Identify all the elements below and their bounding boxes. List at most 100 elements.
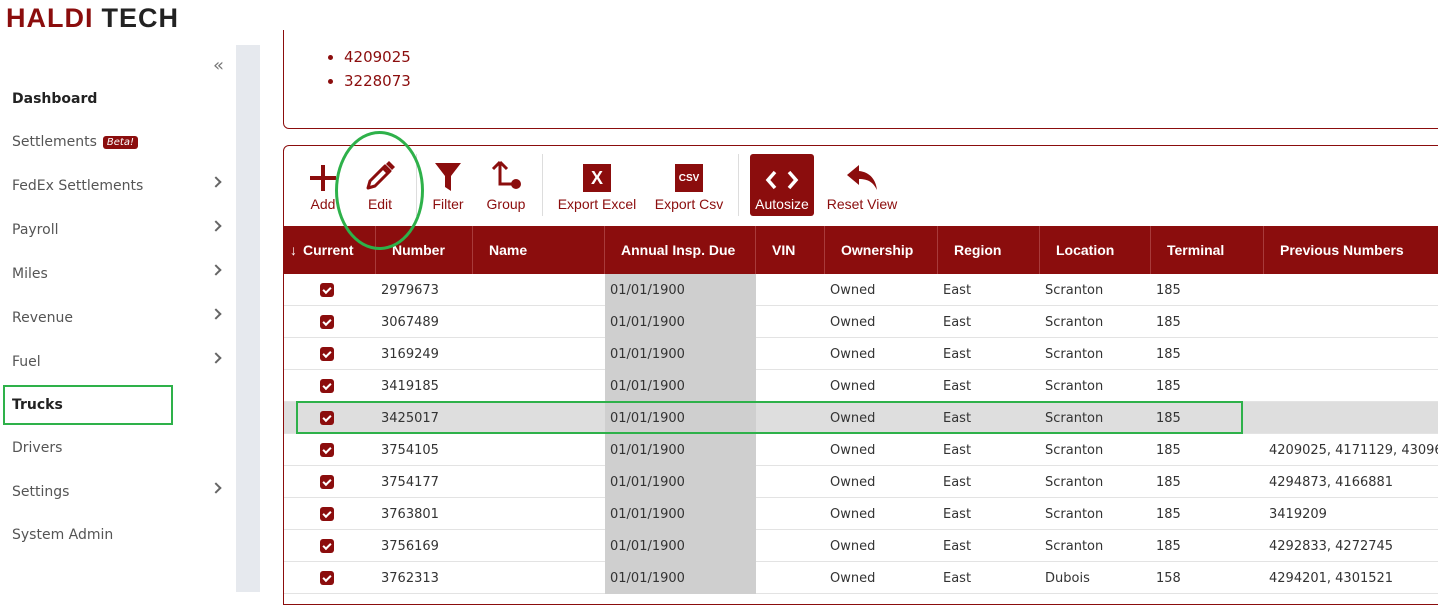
- checkbox-checked-icon[interactable]: [320, 379, 334, 393]
- annual-insp-due-cell: 01/01/1900: [605, 338, 756, 370]
- sidebar-item-revenue[interactable]: Revenue: [12, 303, 222, 333]
- sidebar-item-system-admin[interactable]: System Admin: [12, 520, 222, 550]
- table-row[interactable]: 3425017 01/01/1900 Owned East Scranton 185: [284, 402, 1438, 434]
- column-header-previous-numbers[interactable]: Previous Numbers: [1264, 226, 1438, 274]
- vin-cell: [756, 402, 825, 434]
- number-cell: 3763801: [381, 506, 439, 522]
- sidebar-item-label: Payroll: [12, 222, 59, 238]
- ownership-cell: Owned: [830, 282, 876, 298]
- table-row[interactable]: 3067489 01/01/1900 Owned East Scranton 185: [284, 306, 1438, 338]
- previous-numbers-cell: [1264, 402, 1438, 434]
- sidebar-item-label: Drivers: [12, 440, 63, 456]
- column-header-annual-insp-due[interactable]: Annual Insp. Due: [605, 226, 756, 274]
- filter-label: Filter: [432, 196, 464, 212]
- column-header-current[interactable]: ↓ Current: [284, 226, 376, 274]
- current-checkbox-cell: [284, 370, 376, 402]
- current-checkbox-cell: [284, 466, 376, 498]
- export-csv-button[interactable]: CSV Export Csv: [652, 154, 726, 216]
- location-cell: Scranton: [1045, 378, 1104, 394]
- sidebar-item-fuel[interactable]: Fuel: [12, 347, 222, 377]
- column-header-number[interactable]: Number: [376, 226, 473, 274]
- current-checkbox-cell: [284, 338, 376, 370]
- checkbox-checked-icon[interactable]: [320, 411, 334, 425]
- previous-numbers-cell: [1264, 338, 1438, 370]
- table-row[interactable]: 2979673 01/01/1900 Owned East Scranton 185: [284, 274, 1438, 306]
- filter-button[interactable]: Filter: [428, 154, 468, 216]
- sidebar-item-miles[interactable]: Miles: [12, 259, 222, 289]
- list-item: 4209025: [344, 45, 411, 69]
- plus-icon: [302, 154, 344, 192]
- location-cell: Scranton: [1045, 410, 1104, 426]
- checkbox-checked-icon[interactable]: [320, 443, 334, 457]
- sidebar-item-fedex-settlements[interactable]: FedEx Settlements: [12, 171, 222, 201]
- column-header-region[interactable]: Region: [938, 226, 1040, 274]
- previous-numbers-cell: [1264, 370, 1438, 402]
- table-row[interactable]: 3419185 01/01/1900 Owned East Scranton 185: [284, 370, 1438, 402]
- name-cell: [473, 370, 605, 402]
- region-cell: East: [943, 378, 972, 394]
- column-header-terminal[interactable]: Terminal: [1151, 226, 1264, 274]
- vin-cell: [756, 562, 825, 594]
- current-checkbox-cell: [284, 530, 376, 562]
- checkbox-checked-icon[interactable]: [320, 315, 334, 329]
- column-header-vin[interactable]: VIN: [756, 226, 825, 274]
- grid-header: ↓ Current Number Name Annual Insp. Due V…: [284, 226, 1438, 274]
- checkbox-checked-icon[interactable]: [320, 539, 334, 553]
- previous-numbers-panel: 4209025 3228073: [283, 30, 1438, 129]
- checkbox-checked-icon[interactable]: [320, 475, 334, 489]
- pencil-icon: [356, 154, 404, 192]
- column-header-label: Current: [303, 242, 354, 258]
- ownership-cell: Owned: [830, 378, 876, 394]
- table-row[interactable]: 3754177 01/01/1900 Owned East Scranton 185 429…: [284, 466, 1438, 498]
- export-excel-button[interactable]: X Export Excel: [554, 154, 640, 216]
- toolbar-separator: [738, 154, 739, 216]
- terminal-cell: 158: [1156, 570, 1181, 586]
- table-row[interactable]: 3756169 01/01/1900 Owned East Scranton 185 429…: [284, 530, 1438, 562]
- add-button[interactable]: Add: [302, 154, 344, 216]
- reset-view-label: Reset View: [826, 196, 898, 212]
- edit-button[interactable]: Edit: [356, 154, 404, 216]
- table-row[interactable]: 3754105 01/01/1900 Owned East Scranton 185 420…: [284, 434, 1438, 466]
- vin-cell: [756, 434, 825, 466]
- checkbox-checked-icon[interactable]: [320, 507, 334, 521]
- annual-insp-due-cell: 01/01/1900: [605, 434, 756, 466]
- column-header-label: Number: [392, 242, 445, 258]
- group-button[interactable]: Group: [484, 154, 528, 216]
- column-header-ownership[interactable]: Ownership: [825, 226, 938, 274]
- annual-insp-due-cell: 01/01/1900: [605, 370, 756, 402]
- autosize-button[interactable]: Autosize: [750, 154, 814, 216]
- reset-view-button[interactable]: Reset View: [826, 154, 898, 216]
- export-csv-label: Export Csv: [654, 196, 724, 212]
- previous-numbers-list: 4209025 3228073: [284, 45, 411, 93]
- checkbox-checked-icon[interactable]: [320, 347, 334, 361]
- sidebar-item-settings[interactable]: Settings: [12, 477, 222, 507]
- name-cell: [473, 466, 605, 498]
- current-checkbox-cell: [284, 434, 376, 466]
- terminal-cell: 185: [1156, 442, 1181, 458]
- table-row[interactable]: 3169249 01/01/1900 Owned East Scranton 185: [284, 338, 1438, 370]
- sidebar-item-label: Dashboard: [12, 91, 98, 107]
- export-excel-label: Export Excel: [557, 196, 637, 212]
- checkbox-checked-icon[interactable]: [320, 283, 334, 297]
- sidebar-item-settlements[interactable]: Settlements Beta!: [12, 127, 222, 157]
- column-header-location[interactable]: Location: [1040, 226, 1151, 274]
- collapse-sidebar-icon[interactable]: «: [213, 55, 224, 76]
- column-header-name[interactable]: Name: [473, 226, 605, 274]
- table-row[interactable]: 3762313 01/01/1900 Owned East Dubois 158 42942…: [284, 562, 1438, 594]
- name-cell: [473, 306, 605, 338]
- annual-insp-due-cell: 01/01/1900: [605, 274, 756, 306]
- sidebar-item-drivers[interactable]: Drivers: [12, 433, 222, 463]
- sidebar-item-payroll[interactable]: Payroll: [12, 215, 222, 245]
- sidebar-item-dashboard[interactable]: Dashboard: [12, 84, 222, 114]
- edit-label: Edit: [367, 196, 393, 212]
- code-brackets-icon: [750, 154, 814, 192]
- number-cell: 3419185: [381, 378, 439, 394]
- sort-down-arrow-icon[interactable]: ↓: [290, 242, 297, 258]
- ownership-cell: Owned: [830, 346, 876, 362]
- location-cell: Scranton: [1045, 538, 1104, 554]
- checkbox-checked-icon[interactable]: [320, 571, 334, 585]
- name-cell: [473, 434, 605, 466]
- table-row[interactable]: 3763801 01/01/1900 Owned East Scranton 185 341…: [284, 498, 1438, 530]
- current-checkbox-cell: [284, 402, 376, 434]
- location-cell: Scranton: [1045, 314, 1104, 330]
